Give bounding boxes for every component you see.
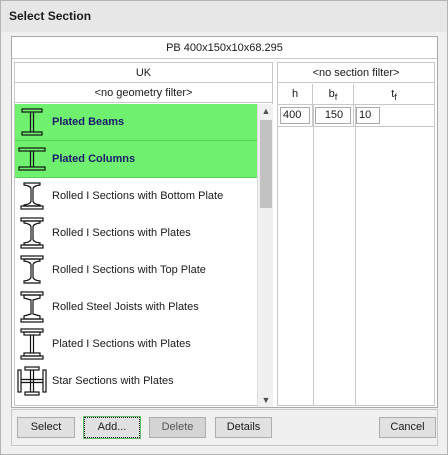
list-item-plated-i-sections[interactable]: Plated I Sections with Plates bbox=[15, 326, 257, 363]
scroll-thumb[interactable] bbox=[260, 120, 272, 208]
section-frame: PB 400x150x10x68.295 UK <no geometry fil… bbox=[11, 36, 438, 408]
i-section-bottom-plate-icon bbox=[15, 178, 49, 215]
star-section-icon bbox=[15, 363, 49, 400]
list-item-label: Rolled I Sections with Bottom Plate bbox=[52, 190, 224, 202]
cell-h: 400 bbox=[278, 105, 313, 126]
steel-joist-plates-icon bbox=[15, 289, 49, 326]
dimension-grid: h bf tf 400 150 10 bbox=[278, 84, 434, 127]
list-item-label: Plated Columns bbox=[52, 153, 136, 165]
geometry-filter[interactable]: <no geometry filter> bbox=[15, 83, 272, 103]
button-bar: Select Add... Delete Details Cancel bbox=[11, 409, 438, 446]
details-button[interactable]: Details bbox=[215, 417, 272, 438]
list-item-label: Rolled I Sections with Plates bbox=[52, 227, 191, 239]
cell-tf: 10 bbox=[354, 105, 434, 126]
col-header-h[interactable]: h bbox=[278, 84, 313, 104]
h-value-field[interactable]: 400 bbox=[280, 107, 310, 124]
i-section-plates-icon bbox=[15, 215, 49, 252]
section-type-list: Plated Beams Plated Columns Rolled I Sec… bbox=[15, 104, 257, 409]
list-item-plated-columns[interactable]: Plated Columns bbox=[15, 141, 257, 178]
list-item-plated-beams[interactable]: Plated Beams bbox=[15, 104, 257, 141]
section-type-panel: UK <no geometry filter> Plated Beams Pla… bbox=[14, 62, 273, 409]
dimension-value-row: 400 150 10 bbox=[278, 105, 434, 127]
tf-value-field[interactable]: 10 bbox=[356, 107, 380, 124]
scroll-down-arrow-icon[interactable]: ▼ bbox=[258, 393, 274, 407]
list-item-rolled-steel-joists[interactable]: Rolled Steel Joists with Plates bbox=[15, 289, 257, 326]
select-button[interactable]: Select bbox=[17, 417, 75, 438]
i-section-top-plate-icon bbox=[15, 252, 49, 289]
list-item-label: Plated I Sections with Plates bbox=[52, 338, 191, 350]
delete-button[interactable]: Delete bbox=[149, 417, 206, 438]
list-item-label: Rolled I Sections with Top Plate bbox=[52, 264, 206, 276]
list-item-rolled-i-top-plate[interactable]: Rolled I Sections with Top Plate bbox=[15, 252, 257, 289]
cell-bf: 150 bbox=[313, 105, 354, 126]
section-filter[interactable]: <no section filter> bbox=[278, 63, 434, 83]
plated-column-icon bbox=[15, 141, 49, 178]
grid-divider bbox=[313, 105, 314, 406]
list-item-label: Rolled Steel Joists with Plates bbox=[52, 301, 199, 313]
col-header-tf[interactable]: tf bbox=[354, 84, 434, 104]
list-item-label: Star Sections with Plates bbox=[52, 375, 174, 387]
list-scrollbar[interactable]: ▲ ▼ bbox=[257, 104, 273, 407]
list-item-rolled-i-bottom-plate[interactable]: Rolled I Sections with Bottom Plate bbox=[15, 178, 257, 215]
scroll-up-arrow-icon[interactable]: ▲ bbox=[258, 104, 274, 118]
grid-divider bbox=[355, 105, 356, 406]
dimension-header-row: h bf tf bbox=[278, 84, 434, 105]
cancel-button[interactable]: Cancel bbox=[379, 417, 436, 438]
plated-i-section-icon bbox=[15, 326, 49, 363]
plated-beam-icon bbox=[15, 104, 49, 141]
col-header-bf[interactable]: bf bbox=[313, 84, 354, 104]
list-item-star-sections[interactable]: Star Sections with Plates bbox=[15, 363, 257, 400]
select-section-dialog: Select Section PB 400x150x10x68.295 UK <… bbox=[0, 0, 448, 455]
section-size-panel: <no section filter> h bf tf 400 150 10 bbox=[277, 62, 435, 406]
list-item-label: Plated Beams bbox=[52, 116, 125, 128]
section-name-display: PB 400x150x10x68.295 bbox=[12, 37, 437, 59]
add-button[interactable]: Add... bbox=[83, 416, 141, 439]
country-header[interactable]: UK bbox=[15, 63, 272, 83]
bf-value-field[interactable]: 150 bbox=[315, 107, 351, 124]
dialog-title: Select Section bbox=[1, 1, 447, 32]
list-item-rolled-i-plates[interactable]: Rolled I Sections with Plates bbox=[15, 215, 257, 252]
